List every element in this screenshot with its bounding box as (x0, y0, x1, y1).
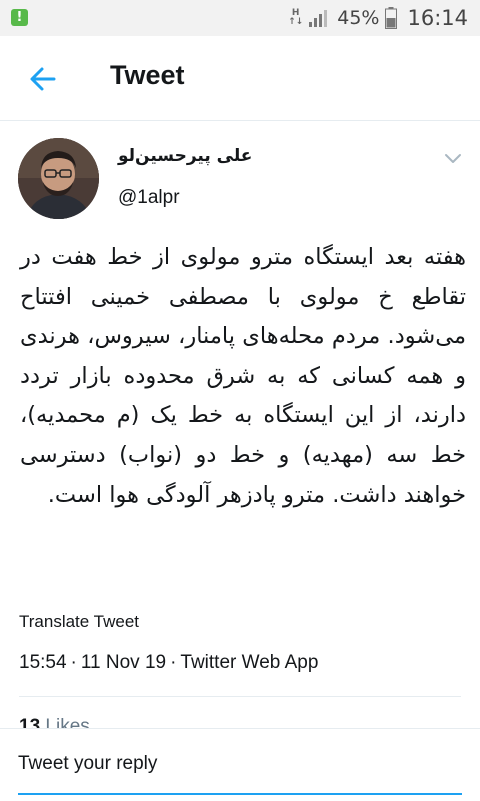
tweet-text: هفته بعد ایستگاه مترو مولوی از خط هفت در… (20, 244, 466, 508)
app-header: Tweet (0, 36, 480, 120)
meta-divider (19, 696, 461, 697)
meta-separator: · (170, 652, 177, 673)
chevron-down-icon[interactable] (443, 152, 463, 166)
author-avatar[interactable] (18, 138, 99, 219)
signal-strength-icon (309, 10, 328, 27)
header-divider (0, 120, 480, 121)
page-title: Tweet (110, 60, 185, 90)
back-arrow-icon[interactable] (26, 62, 60, 96)
tweet-metadata: 15:54 · 11 Nov 19 · Twitter Web App (19, 652, 318, 674)
reply-input-underline (18, 793, 462, 795)
author-handle[interactable]: @1alpr (118, 187, 180, 209)
tweet-source[interactable]: Twitter Web App (180, 652, 318, 673)
status-bar: ! H ↑↓ 45% 16:14 (0, 0, 480, 36)
battery-percent: 45% (337, 7, 380, 29)
status-bar-right: H ↑↓ 45% 16:14 (288, 0, 468, 36)
notification-alert-icon: ! (11, 9, 28, 26)
battery-icon (385, 7, 398, 29)
author-name[interactable]: علی پیرحسین‌لو (118, 146, 252, 166)
meta-separator: · (70, 652, 77, 673)
translate-tweet-link[interactable]: Translate Tweet (19, 612, 139, 632)
status-time: 16:14 (407, 6, 468, 30)
reply-input[interactable]: Tweet your reply (18, 753, 157, 775)
tweet-date: 11 Nov 19 (80, 652, 167, 673)
tweet-time: 15:54 (19, 652, 67, 673)
avatar-portrait-icon (18, 138, 99, 219)
reply-bar: Tweet your reply (0, 728, 480, 801)
network-type-icon: H ↑↓ (288, 8, 304, 27)
